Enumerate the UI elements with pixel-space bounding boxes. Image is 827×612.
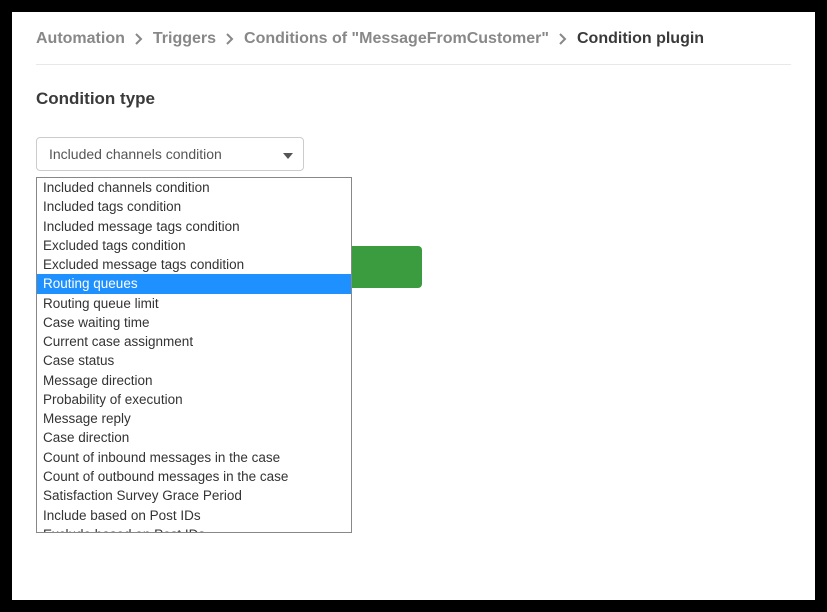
chevron-right-icon — [226, 33, 234, 45]
dropdown-option[interactable]: Include based on Post IDs — [37, 506, 351, 525]
condition-type-select[interactable]: Included channels condition — [36, 137, 304, 171]
breadcrumb: Automation Triggers Conditions of "Messa… — [36, 30, 791, 65]
chevron-right-icon — [559, 33, 567, 45]
breadcrumb-triggers[interactable]: Triggers — [153, 30, 216, 48]
condition-type-select-wrapper: Included channels condition Included cha… — [36, 137, 304, 171]
chevron-right-icon — [135, 33, 143, 45]
dropdown-option[interactable]: Included channels condition — [37, 178, 351, 197]
dropdown-option[interactable]: Current case assignment — [37, 332, 351, 351]
dropdown-option[interactable]: Exclude based on Post IDs — [37, 525, 351, 533]
dropdown-option[interactable]: Routing queue limit — [37, 294, 351, 313]
dropdown-option[interactable]: Case status — [37, 351, 351, 370]
page-container: Automation Triggers Conditions of "Messa… — [12, 12, 815, 600]
dropdown-option[interactable]: Count of inbound messages in the case — [37, 448, 351, 467]
dropdown-option[interactable]: Routing queues — [37, 274, 351, 293]
dropdown-option[interactable]: Case waiting time — [37, 313, 351, 332]
dropdown-option[interactable]: Included message tags condition — [37, 217, 351, 236]
select-value: Included channels condition — [49, 146, 222, 162]
dropdown-option[interactable]: Satisfaction Survey Grace Period — [37, 486, 351, 505]
breadcrumb-automation[interactable]: Automation — [36, 30, 125, 48]
dropdown-option[interactable]: Case direction — [37, 428, 351, 447]
breadcrumb-conditions[interactable]: Conditions of "MessageFromCustomer" — [244, 30, 549, 48]
dropdown-option[interactable]: Message direction — [37, 371, 351, 390]
dropdown-option[interactable]: Probability of execution — [37, 390, 351, 409]
dropdown-option[interactable]: Message reply — [37, 409, 351, 428]
chevron-down-icon — [283, 146, 293, 162]
dropdown-option[interactable]: Excluded message tags condition — [37, 255, 351, 274]
condition-type-dropdown[interactable]: Included channels conditionIncluded tags… — [36, 177, 352, 533]
dropdown-option[interactable]: Excluded tags condition — [37, 236, 351, 255]
dropdown-option[interactable]: Count of outbound messages in the case — [37, 467, 351, 486]
breadcrumb-condition-plugin: Condition plugin — [577, 30, 704, 48]
dropdown-option[interactable]: Included tags condition — [37, 197, 351, 216]
section-title: Condition type — [36, 89, 791, 109]
